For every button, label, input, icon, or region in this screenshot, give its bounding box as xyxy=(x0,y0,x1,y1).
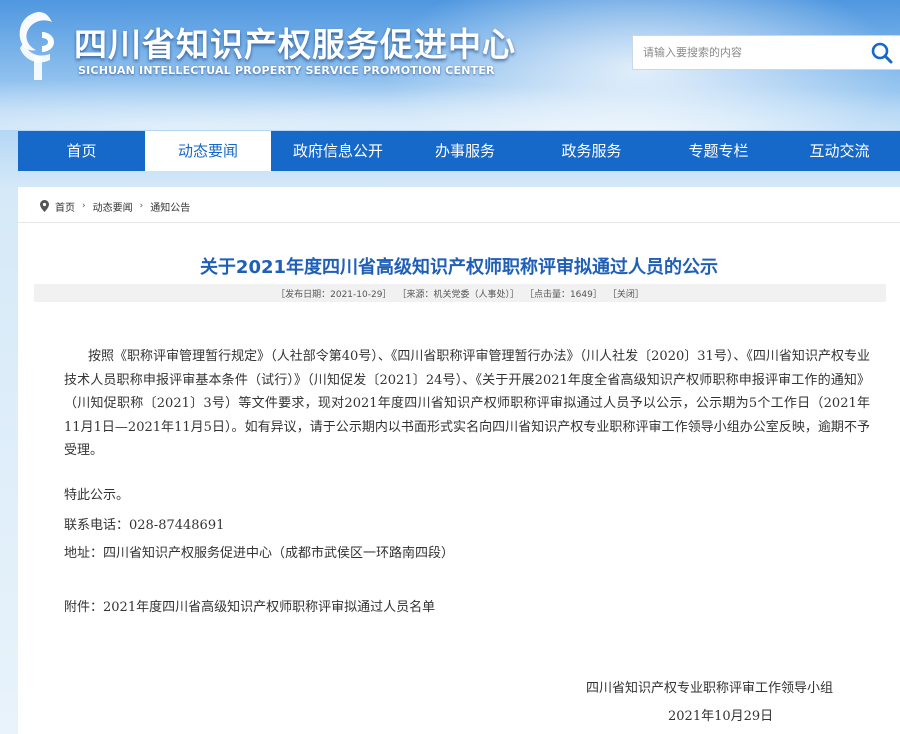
breadcrumb-notices[interactable]: 通知公告 xyxy=(150,199,190,214)
nav-item-gov-services[interactable]: 政务服务 xyxy=(525,131,658,171)
contact-address: 地址：四川省知识产权服务促进中心（成都市武侯区一环路南四段） xyxy=(64,546,455,561)
signature-org: 四川省知识产权专业职称评审工作领导小组 xyxy=(586,681,834,696)
attachment-link[interactable]: 附件：2021年度四川省高级知识产权师职称评审拟通过人员名单 xyxy=(64,596,435,615)
article-paragraph: 按照《职称评审管理暂行规定》（人社部令第40号）、《四川省职称评审管理暂行办法》… xyxy=(64,349,870,458)
content-panel: 首页 › 动态要闻 › 通知公告 关于2021年度四川省高级知识产权师职称评审拟… xyxy=(18,187,900,734)
main-nav: 首页 动态要闻 政府信息公开 办事服务 政务服务 专题专栏 互动交流 xyxy=(18,131,900,171)
nav-item-topics[interactable]: 专题专栏 xyxy=(658,131,779,171)
breadcrumb-home[interactable]: 首页 xyxy=(55,199,75,214)
site-header: 四川省知识产权服务促进中心 SICHUAN INTELLECTUAL PROPE… xyxy=(0,0,900,130)
header-clouds xyxy=(0,70,900,130)
signature-date: 2021年10月29日 xyxy=(668,709,774,724)
breadcrumb-divider xyxy=(18,222,900,223)
search-input[interactable] xyxy=(643,36,863,69)
site-subtitle: SICHUAN INTELLECTUAL PROPERTY SERVICE PR… xyxy=(78,64,495,77)
close-link[interactable]: ［关闭］ xyxy=(608,287,644,300)
nav-item-interaction[interactable]: 互动交流 xyxy=(779,131,900,171)
breadcrumb-news[interactable]: 动态要闻 xyxy=(93,199,133,214)
article-title: 关于2021年度四川省高级知识产权师职称评审拟通过人员的公示 xyxy=(199,257,719,278)
search-icon[interactable] xyxy=(869,40,895,66)
breadcrumb: 首页 › 动态要闻 › 通知公告 xyxy=(40,197,190,215)
nav-item-home[interactable]: 首页 xyxy=(18,131,145,171)
chevron-right-icon: › xyxy=(139,201,144,211)
search-box xyxy=(632,35,900,70)
nav-item-services[interactable]: 办事服务 xyxy=(405,131,525,171)
article-meta: ［发布日期：2021-10-29］ ［来源：机关党委（人事处）］ ［点击量：16… xyxy=(34,284,886,302)
nav-item-gov-info[interactable]: 政府信息公开 xyxy=(271,131,405,171)
article-body: 按照《职称评审管理暂行规定》（人社部令第40号）、《四川省职称评审管理暂行办法》… xyxy=(64,345,870,463)
site-title: 四川省知识产权服务促进中心 xyxy=(74,25,516,64)
site-logo-icon[interactable] xyxy=(14,8,62,84)
nav-item-news[interactable]: 动态要闻 xyxy=(145,131,271,171)
hit-count: ［点击量：1649］ xyxy=(524,289,602,300)
chevron-right-icon: › xyxy=(82,201,86,211)
article-source: ［来源：机关党委（人事处）］ xyxy=(397,289,519,300)
location-pin-icon xyxy=(40,200,49,212)
publish-date: ［发布日期：2021-10-29］ xyxy=(276,289,392,300)
notice-line: 特此公示。 xyxy=(64,488,130,503)
contact-phone: 联系电话：028-87448691 xyxy=(64,518,225,533)
